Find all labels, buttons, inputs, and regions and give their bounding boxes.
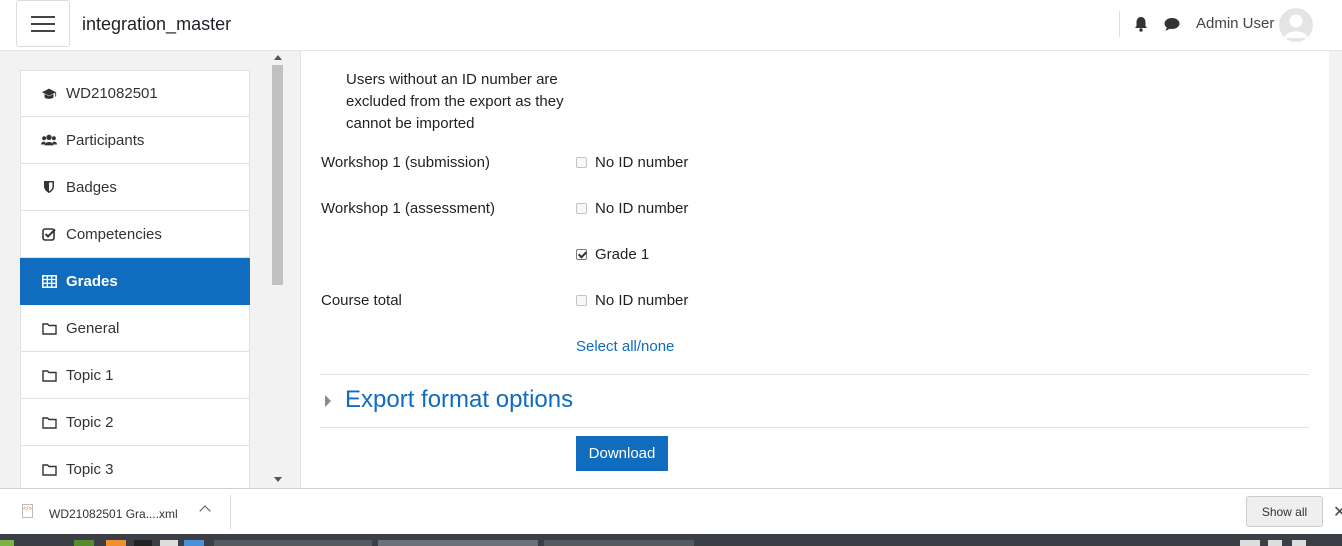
no-id-checkbox-row[interactable]: No ID number bbox=[576, 154, 688, 171]
download-button[interactable]: Download bbox=[576, 436, 668, 471]
sidebar-item-topic-1[interactable]: Topic 1 bbox=[20, 352, 250, 399]
folder-icon bbox=[41, 320, 57, 336]
navbar: integration_master Admin User bbox=[0, 0, 1342, 51]
checkbox-label: No ID number bbox=[595, 292, 689, 309]
taskbar-app-icon[interactable] bbox=[74, 540, 94, 546]
show-all-button[interactable]: Show all bbox=[1246, 496, 1323, 527]
checkbox[interactable] bbox=[576, 203, 587, 214]
taskbar-app-icon[interactable] bbox=[106, 540, 126, 546]
xml-file-icon[interactable] bbox=[22, 504, 33, 518]
section-divider bbox=[320, 374, 1309, 375]
drawer-scrollbar[interactable] bbox=[271, 51, 285, 488]
grade-item-label: Workshop 1 (submission) bbox=[321, 154, 490, 171]
sidebar-item-label: WD21082501 bbox=[66, 85, 158, 102]
select-all-none-link[interactable]: Select all/none bbox=[576, 338, 674, 355]
os-taskbar bbox=[0, 534, 1342, 546]
sidebar-item-label: Topic 3 bbox=[66, 460, 114, 478]
sidebar-item-label: Badges bbox=[66, 178, 117, 196]
checkbox[interactable] bbox=[576, 157, 587, 168]
graduation-cap-icon bbox=[41, 86, 57, 102]
sidebar-item-participants[interactable]: Participants bbox=[20, 117, 250, 164]
page-scrollbar[interactable] bbox=[1329, 51, 1342, 488]
sidebar-item-general[interactable]: General bbox=[20, 305, 250, 352]
scrollbar-thumb[interactable] bbox=[272, 65, 283, 285]
folder-icon bbox=[41, 461, 57, 477]
tray-icon[interactable] bbox=[1240, 540, 1260, 546]
download-bar-divider bbox=[230, 495, 231, 529]
checkbox-label: Grade 1 bbox=[595, 246, 650, 263]
sidebar-item-grades[interactable]: Grades bbox=[20, 258, 250, 305]
check-square-icon bbox=[41, 226, 57, 242]
sidebar-item-competencies[interactable]: Competencies bbox=[20, 211, 250, 258]
sidebar-item-topic-2[interactable]: Topic 2 bbox=[20, 399, 250, 446]
table-icon bbox=[41, 273, 57, 289]
message-icon[interactable] bbox=[1162, 14, 1182, 34]
grade-item-label: Course total bbox=[321, 292, 402, 309]
folder-icon bbox=[41, 414, 57, 430]
bell-icon[interactable] bbox=[1131, 14, 1151, 34]
shield-icon bbox=[41, 179, 57, 195]
tray-icon[interactable] bbox=[1292, 540, 1306, 546]
close-icon[interactable]: ✕ bbox=[1333, 502, 1342, 522]
download-bar: WD21082501 Gra....xml Show all ✕ bbox=[0, 488, 1342, 535]
checkbox-label: No ID number bbox=[595, 200, 689, 217]
users-icon bbox=[41, 132, 57, 148]
taskbar-window[interactable] bbox=[378, 540, 538, 546]
checkbox-label: No ID number bbox=[595, 154, 689, 171]
section-divider bbox=[320, 427, 1309, 428]
folder-icon bbox=[41, 367, 57, 383]
grade-1-checkbox-row[interactable]: Grade 1 bbox=[576, 246, 649, 263]
no-id-checkbox-row[interactable]: No ID number bbox=[576, 292, 688, 309]
navbar-divider bbox=[1119, 11, 1120, 37]
sidebar-item-course[interactable]: WD21082501 bbox=[20, 70, 250, 117]
taskbar-app-icon[interactable] bbox=[160, 540, 178, 546]
sidebar-item-label: Competencies bbox=[66, 225, 162, 243]
site-name[interactable]: integration_master bbox=[82, 14, 231, 35]
avatar-icon[interactable] bbox=[1279, 8, 1313, 42]
sidebar-item-label: Topic 2 bbox=[66, 413, 114, 431]
collapse-toggle-icon[interactable] bbox=[325, 395, 331, 407]
start-icon[interactable] bbox=[0, 540, 14, 546]
sidebar-item-label: Participants bbox=[66, 131, 145, 149]
taskbar-app-icon[interactable] bbox=[134, 540, 152, 546]
grade-item-label: Workshop 1 (assessment) bbox=[321, 200, 495, 217]
scroll-up-icon[interactable] bbox=[274, 55, 282, 60]
taskbar-window[interactable] bbox=[214, 540, 372, 546]
sidebar-item-label: Topic 1 bbox=[66, 366, 114, 384]
no-id-checkbox-row[interactable]: No ID number bbox=[576, 200, 688, 217]
export-format-options-header[interactable]: Export format options bbox=[345, 386, 573, 414]
chevron-up-icon[interactable] bbox=[199, 505, 211, 517]
sidebar-item-label: General bbox=[66, 319, 120, 337]
checkbox[interactable] bbox=[576, 295, 587, 306]
nav-drawer: WD21082501 Participants Badges Competenc… bbox=[0, 51, 285, 488]
scroll-down-icon[interactable] bbox=[274, 477, 282, 482]
sidebar-item-topic-3[interactable]: Topic 3 bbox=[20, 446, 250, 488]
menu-toggle-button[interactable] bbox=[16, 0, 70, 47]
sidebar-item-label: Grades bbox=[66, 272, 118, 290]
checkbox[interactable] bbox=[576, 249, 587, 260]
user-menu-name[interactable]: Admin User bbox=[1196, 15, 1274, 32]
taskbar-window[interactable] bbox=[544, 540, 694, 546]
drawer-list: WD21082501 Participants Badges Competenc… bbox=[20, 70, 250, 488]
id-number-note: Users without an ID number are excluded … bbox=[346, 71, 564, 132]
tray-icon[interactable] bbox=[1268, 540, 1282, 546]
menu-icon bbox=[31, 15, 55, 18]
sidebar-item-badges[interactable]: Badges bbox=[20, 164, 250, 211]
download-file-name[interactable]: WD21082501 Gra....xml bbox=[49, 507, 178, 521]
taskbar-app-icon[interactable] bbox=[184, 540, 204, 546]
